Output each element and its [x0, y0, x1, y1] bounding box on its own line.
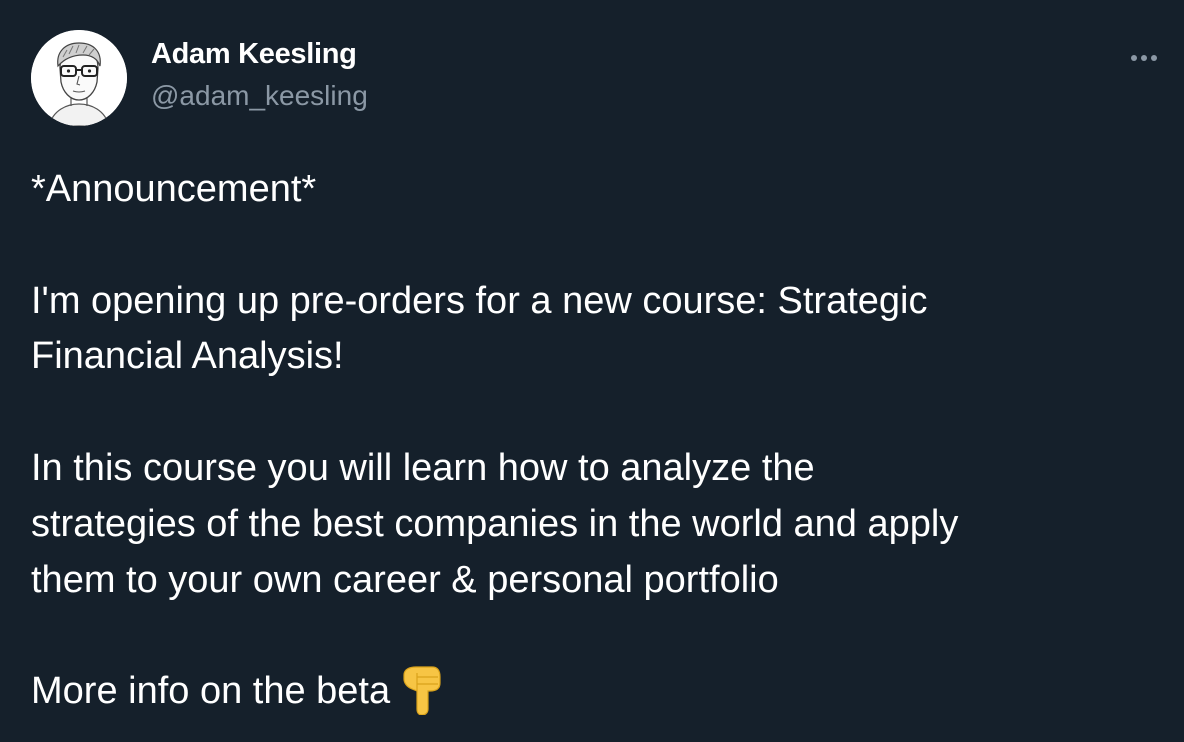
tweet-text-line: More info on the beta: [31, 670, 391, 713]
tweet-text-last-line: More info on the beta: [31, 664, 1171, 720]
author-avatar[interactable]: [31, 30, 127, 126]
tweet-text-line: In this course you will learn how to ana…: [31, 446, 815, 489]
tweet-text: *Announcement* I'm opening up pre-orders…: [31, 162, 1171, 720]
author-display-name[interactable]: Adam Keesling: [151, 38, 357, 71]
tweet-text-line: them to your own career & personal portf…: [31, 558, 779, 601]
pointing-down-hand-emoji-icon: [400, 665, 444, 716]
paragraph-break: [31, 608, 1171, 664]
paragraph-break: [31, 385, 1171, 441]
ellipsis-icon: [1131, 55, 1137, 61]
ellipsis-icon: [1141, 55, 1147, 61]
tweet-card: Adam Keesling @adam_keesling *Announceme…: [0, 0, 1184, 742]
ellipsis-icon: [1151, 55, 1157, 61]
tweet-text-line: I'm opening up pre-orders for a new cour…: [31, 279, 928, 322]
tweet-text-line: Financial Analysis!: [31, 335, 344, 378]
avatar-illustration-icon: [31, 30, 127, 126]
paragraph-break: [31, 218, 1171, 274]
author-handle[interactable]: @adam_keesling: [151, 80, 368, 112]
tweet-text-line: *Announcement*: [31, 168, 317, 210]
tweet-text-line: strategies of the best companies in the …: [31, 502, 959, 545]
more-options-button[interactable]: [1124, 48, 1164, 68]
